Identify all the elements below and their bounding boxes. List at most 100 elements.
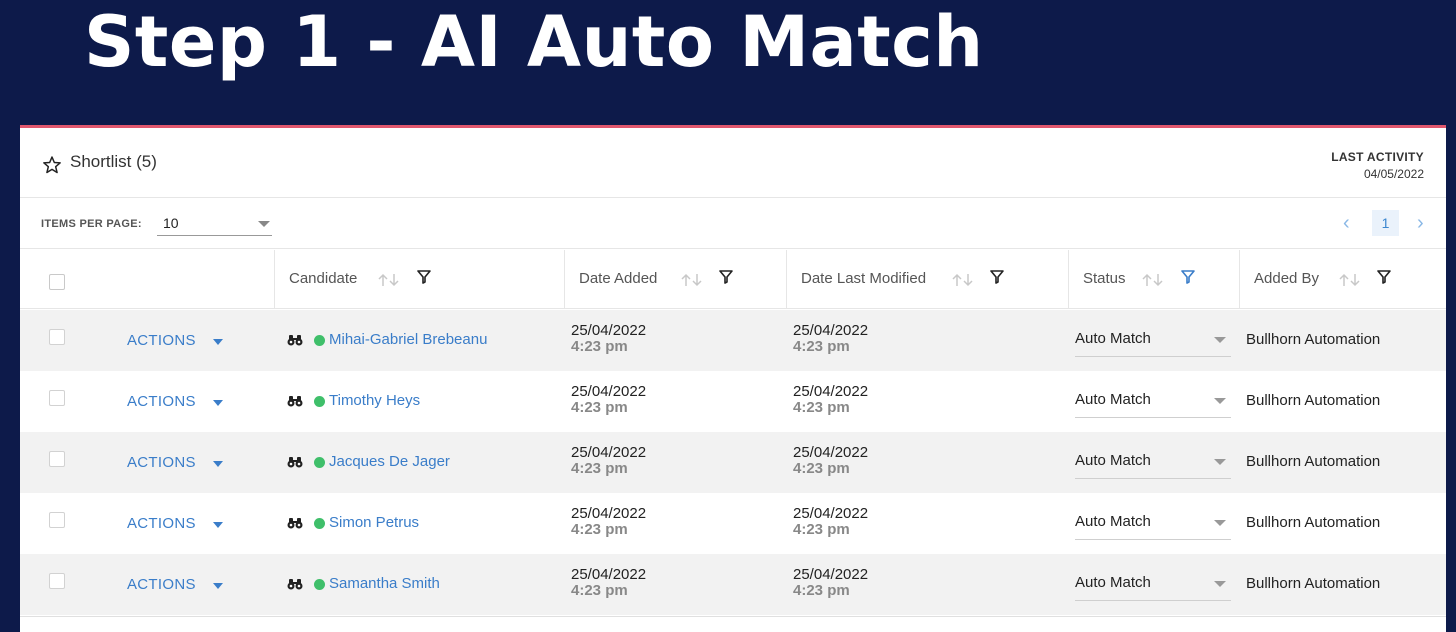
chevron-down-icon — [1214, 581, 1226, 587]
candidate-link[interactable]: Samantha Smith — [329, 575, 440, 592]
date-added: 25/04/2022 — [571, 383, 647, 400]
last-activity-label: LAST ACTIVITY — [1331, 150, 1424, 164]
added-by: Bullhorn Automation — [1246, 392, 1381, 409]
sort-icon[interactable] — [950, 272, 976, 288]
date-modified-cell: 25/04/2022 4:23 pm — [793, 383, 868, 416]
binoculars-icon — [287, 396, 303, 407]
status-value: Auto Match — [1075, 330, 1151, 347]
status-value: Auto Match — [1075, 574, 1151, 591]
added-by: Bullhorn Automation — [1246, 453, 1381, 470]
column-divider — [564, 250, 565, 309]
date-modified: 25/04/2022 — [793, 566, 869, 583]
binoculars-icon — [287, 335, 303, 346]
select-all-checkbox[interactable] — [49, 274, 65, 290]
current-page-button[interactable]: 1 — [1372, 210, 1399, 236]
time-modified: 4:23 pm — [793, 338, 850, 355]
candidate-link[interactable]: Simon Petrus — [329, 514, 419, 531]
online-status-dot — [314, 457, 325, 468]
candidate-link[interactable]: Timothy Heys — [329, 392, 420, 409]
chevron-down-icon[interactable] — [213, 583, 223, 589]
items-per-page-select[interactable]: 10 — [157, 212, 272, 236]
panel-header: Shortlist (5) LAST ACTIVITY 04/05/2022 — [20, 128, 1446, 198]
date-added-cell: 25/04/2022 4:23 pm — [571, 444, 646, 477]
candidate-link[interactable]: Mihai-Gabriel Brebeanu — [329, 331, 487, 348]
date-modified-cell: 25/04/2022 4:23 pm — [793, 444, 868, 477]
column-header-status[interactable]: Status — [1083, 270, 1126, 287]
online-status-dot — [314, 335, 325, 346]
date-modified: 25/04/2022 — [793, 505, 869, 522]
filter-icon[interactable] — [719, 270, 733, 284]
status-select[interactable]: Auto Match — [1075, 443, 1231, 479]
row-checkbox[interactable] — [49, 512, 65, 528]
chevron-down-icon[interactable] — [213, 461, 223, 467]
column-divider — [1068, 250, 1069, 309]
status-select[interactable]: Auto Match — [1075, 382, 1231, 418]
actions-button[interactable]: ACTIONS — [127, 393, 196, 410]
column-header-candidate[interactable]: Candidate — [289, 270, 357, 287]
status-value: Auto Match — [1075, 391, 1151, 408]
sort-icon[interactable] — [376, 272, 402, 288]
chevron-down-icon[interactable] — [213, 400, 223, 406]
sort-icon[interactable] — [1337, 272, 1363, 288]
sort-icon[interactable] — [1140, 272, 1166, 288]
items-per-page-label: ITEMS PER PAGE: — [41, 218, 142, 230]
status-select[interactable]: Auto Match — [1075, 565, 1231, 601]
status-value: Auto Match — [1075, 452, 1151, 469]
row-checkbox[interactable] — [49, 329, 65, 345]
added-by: Bullhorn Automation — [1246, 331, 1381, 348]
actions-button[interactable]: ACTIONS — [127, 576, 196, 593]
status-select[interactable]: Auto Match — [1075, 321, 1231, 357]
items-per-page-value: 10 — [163, 215, 179, 231]
filter-icon[interactable] — [990, 270, 1004, 284]
filter-icon[interactable] — [417, 270, 431, 284]
time-modified: 4:23 pm — [793, 399, 850, 416]
previous-page-button[interactable]: ‹ — [1343, 212, 1350, 234]
chevron-down-icon[interactable] — [213, 339, 223, 345]
date-added: 25/04/2022 — [571, 505, 647, 522]
table-header: Candidate Date Added Date Last Modified … — [20, 250, 1446, 309]
status-value: Auto Match — [1075, 513, 1151, 530]
binoculars-icon — [287, 518, 303, 529]
actions-button[interactable]: ACTIONS — [127, 332, 196, 349]
time-modified: 4:23 pm — [793, 582, 850, 599]
chevron-down-icon[interactable] — [213, 522, 223, 528]
time-added: 4:23 pm — [571, 399, 628, 416]
date-modified: 25/04/2022 — [793, 322, 869, 339]
star-outline-icon[interactable] — [42, 155, 62, 175]
date-added-cell: 25/04/2022 4:23 pm — [571, 383, 646, 416]
binoculars-icon — [287, 579, 303, 590]
row-checkbox[interactable] — [49, 451, 65, 467]
chevron-down-icon — [1214, 520, 1226, 526]
time-modified: 4:23 pm — [793, 521, 850, 538]
column-header-date-last-modified[interactable]: Date Last Modified — [801, 270, 926, 287]
sort-icon[interactable] — [679, 272, 705, 288]
row-checkbox[interactable] — [49, 390, 65, 406]
slide-title: Step 1 - AI Auto Match — [84, 1, 984, 83]
online-status-dot — [314, 579, 325, 590]
last-activity-date: 04/05/2022 — [1363, 167, 1424, 181]
chevron-down-icon — [258, 221, 270, 227]
date-modified: 25/04/2022 — [793, 444, 869, 461]
table-row: ACTIONS Mihai-Gabriel Brebeanu 25/04/202… — [20, 310, 1446, 371]
row-checkbox[interactable] — [49, 573, 65, 589]
status-select[interactable]: Auto Match — [1075, 504, 1231, 540]
date-added: 25/04/2022 — [571, 322, 647, 339]
time-added: 4:23 pm — [571, 338, 628, 355]
candidate-link[interactable]: Jacques De Jager — [329, 453, 450, 470]
filter-active-icon[interactable] — [1181, 270, 1195, 284]
added-by: Bullhorn Automation — [1246, 514, 1381, 531]
date-modified-cell: 25/04/2022 4:23 pm — [793, 505, 868, 538]
date-modified-cell: 25/04/2022 4:23 pm — [793, 566, 868, 599]
next-page-button[interactable]: › — [1417, 212, 1424, 234]
online-status-dot — [314, 396, 325, 407]
date-added-cell: 25/04/2022 4:23 pm — [571, 505, 646, 538]
filter-icon[interactable] — [1377, 270, 1391, 284]
table-row: ACTIONS Jacques De Jager 25/04/2022 4:23… — [20, 432, 1446, 493]
actions-button[interactable]: ACTIONS — [127, 515, 196, 532]
actions-button[interactable]: ACTIONS — [127, 454, 196, 471]
table-bottom-divider — [20, 616, 1446, 617]
column-header-added-by[interactable]: Added By — [1254, 270, 1319, 287]
chevron-down-icon — [1214, 459, 1226, 465]
time-added: 4:23 pm — [571, 460, 628, 477]
column-header-date-added[interactable]: Date Added — [579, 270, 657, 287]
